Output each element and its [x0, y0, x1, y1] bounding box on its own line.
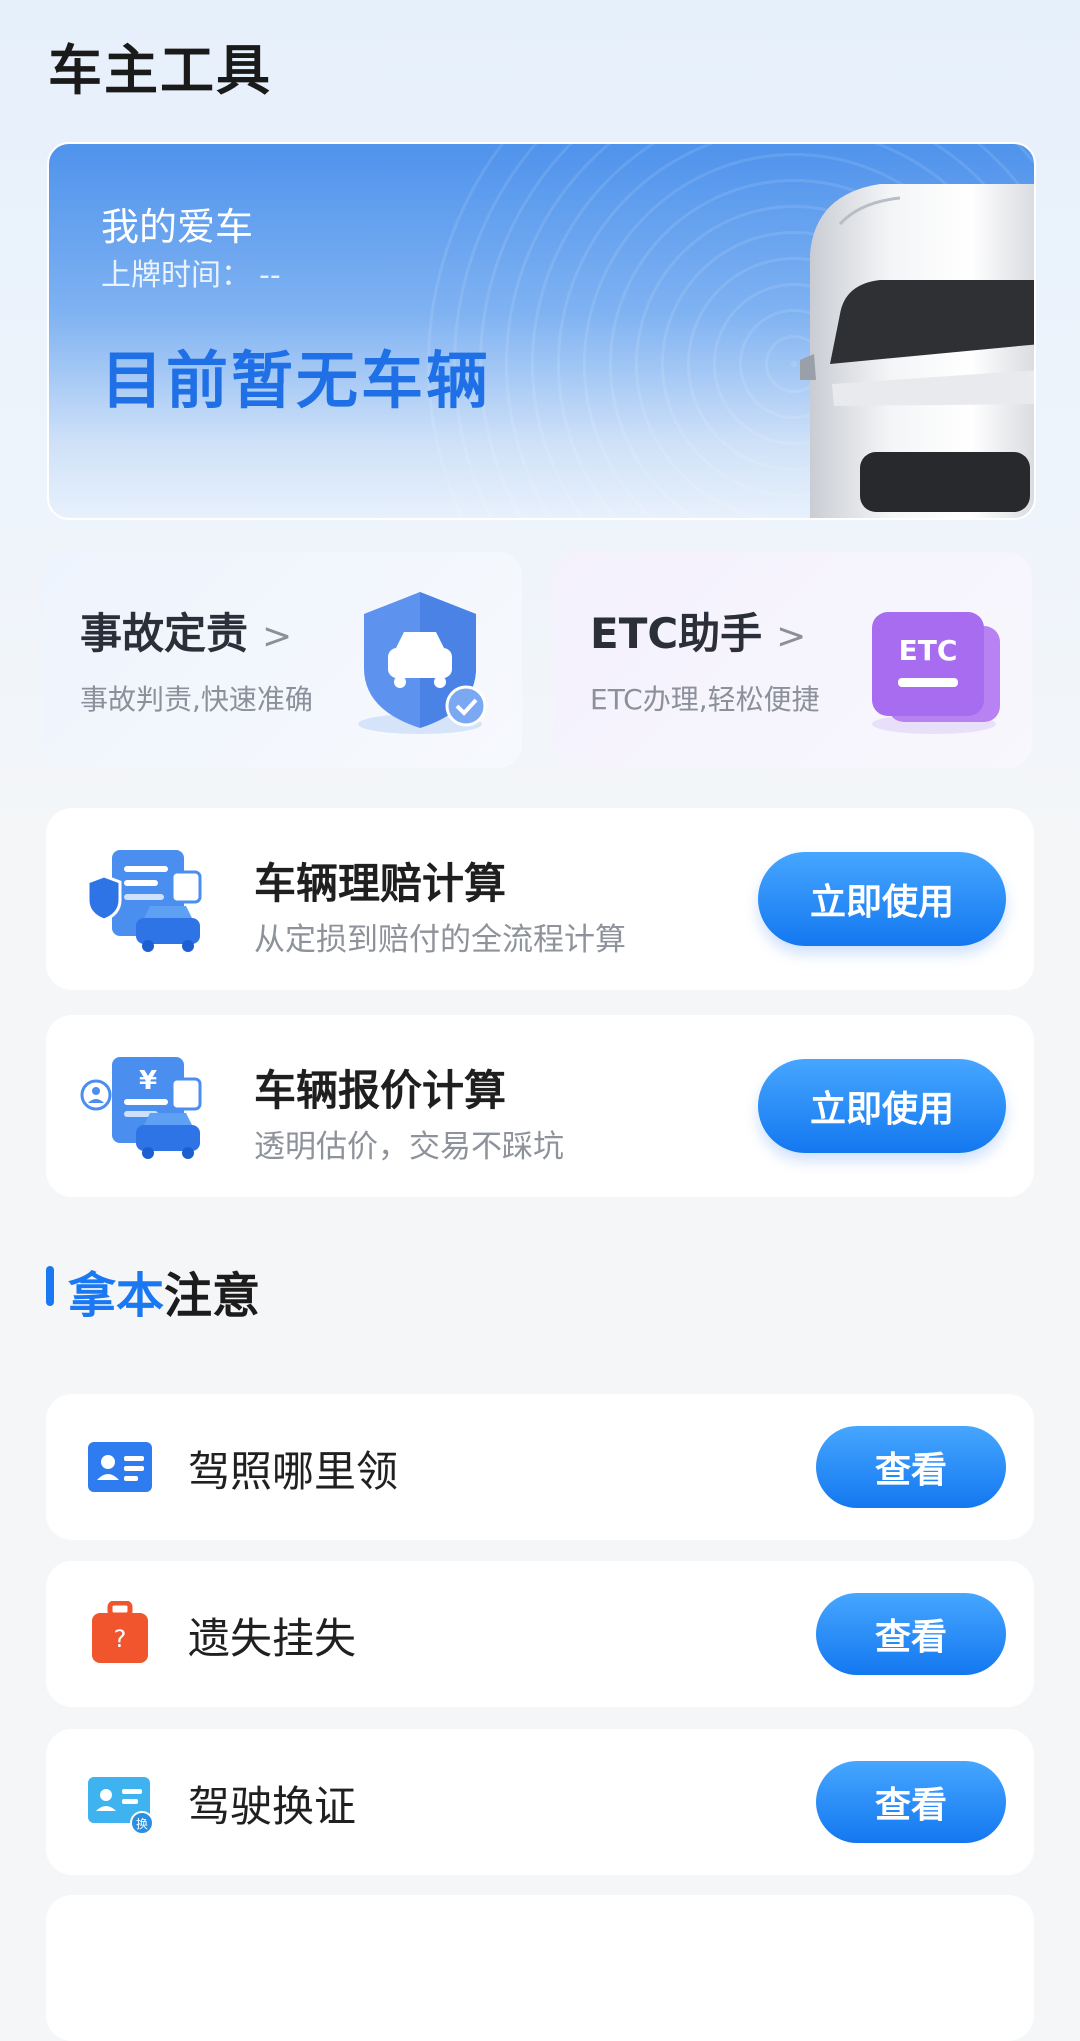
list-item-license-renewal[interactable]: 换 驾驶换证 查看 — [46, 1729, 1034, 1875]
section-accent-bar — [46, 1266, 54, 1306]
section-title: 拿本注意 — [68, 1256, 260, 1326]
accident-liability-title: 事故定责 > — [80, 600, 292, 661]
claim-calc-card[interactable]: 车辆理赔计算 从定损到赔付的全流程计算 立即使用 — [46, 808, 1034, 990]
license-renew-icon: 换 — [88, 1777, 154, 1835]
section-title-rest: 注意 — [164, 1268, 261, 1324]
price-icon-text: ¥ — [139, 1066, 157, 1096]
etc-assistant-title-text: ETC助手 — [590, 609, 763, 658]
list-item-partial[interactable] — [46, 1895, 1034, 2041]
page-title: 车主工具 — [48, 39, 272, 102]
my-car-card[interactable]: 我的爱车 上牌时间： -- 目前暂无车辆 — [47, 142, 1036, 520]
view-button[interactable]: 查看 — [816, 1761, 1006, 1843]
no-vehicle-message: 目前暂无车辆 — [101, 344, 492, 417]
price-calc-card[interactable]: ¥ 车辆报价计算 透明估价，交易不踩坑 立即使用 — [46, 1015, 1034, 1197]
list-item-license-pickup[interactable]: 驾照哪里领 查看 — [46, 1394, 1034, 1540]
price-calc-use-button[interactable]: 立即使用 — [758, 1059, 1006, 1153]
view-button[interactable]: 查看 — [816, 1426, 1006, 1508]
price-calc-title: 车辆报价计算 — [254, 1066, 507, 1115]
etc-card-icon: ETC — [872, 612, 1000, 734]
price-calc-desc: 透明估价，交易不踩坑 — [254, 1129, 564, 1165]
plate-time: 上牌时间： -- — [101, 250, 281, 294]
list-item-label: 遗失挂失 — [188, 1614, 357, 1663]
claim-calc-desc: 从定损到赔付的全流程计算 — [254, 922, 626, 958]
renew-icon-text: 换 — [136, 1817, 148, 1831]
accident-liability-tile[interactable]: 事故定责 > 事故判责,快速准确 — [44, 552, 522, 768]
car-top-view-icon — [800, 184, 1034, 518]
view-button[interactable]: 查看 — [816, 1593, 1006, 1675]
etc-assistant-title: ETC助手 > — [590, 600, 806, 661]
etc-icon-text: ETC — [899, 634, 958, 667]
lost-icon-text: ? — [114, 1625, 127, 1653]
section-title-highlight: 拿本 — [68, 1268, 165, 1324]
price-calculator-icon: ¥ — [80, 1057, 202, 1159]
lost-luggage-icon: ? — [92, 1601, 148, 1663]
accident-liability-title-text: 事故定责 — [80, 609, 249, 658]
plate-time-label: 上牌时间： — [101, 258, 251, 293]
list-item-lost-report[interactable]: ? 遗失挂失 查看 — [46, 1561, 1034, 1707]
chevron-right-icon: > — [262, 616, 293, 657]
claim-calc-use-button[interactable]: 立即使用 — [758, 852, 1006, 946]
list-item-label: 驾照哪里领 — [188, 1447, 399, 1496]
etc-assistant-tile[interactable]: ETC助手 > ETC办理,轻松便捷 ETC — [554, 552, 1032, 768]
my-car-label: 我的爱车 — [101, 205, 254, 249]
chevron-right-icon: > — [776, 616, 807, 657]
accident-liability-desc: 事故判责,快速准确 — [80, 683, 313, 716]
list-item-label: 驾驶换证 — [188, 1782, 357, 1831]
etc-assistant-desc: ETC办理,轻松便捷 — [590, 683, 820, 716]
claim-calculator-icon — [86, 850, 202, 952]
claim-calc-title: 车辆理赔计算 — [254, 859, 507, 908]
id-card-icon — [88, 1442, 152, 1492]
shield-car-icon — [358, 592, 487, 734]
plate-time-value: -- — [259, 258, 281, 293]
